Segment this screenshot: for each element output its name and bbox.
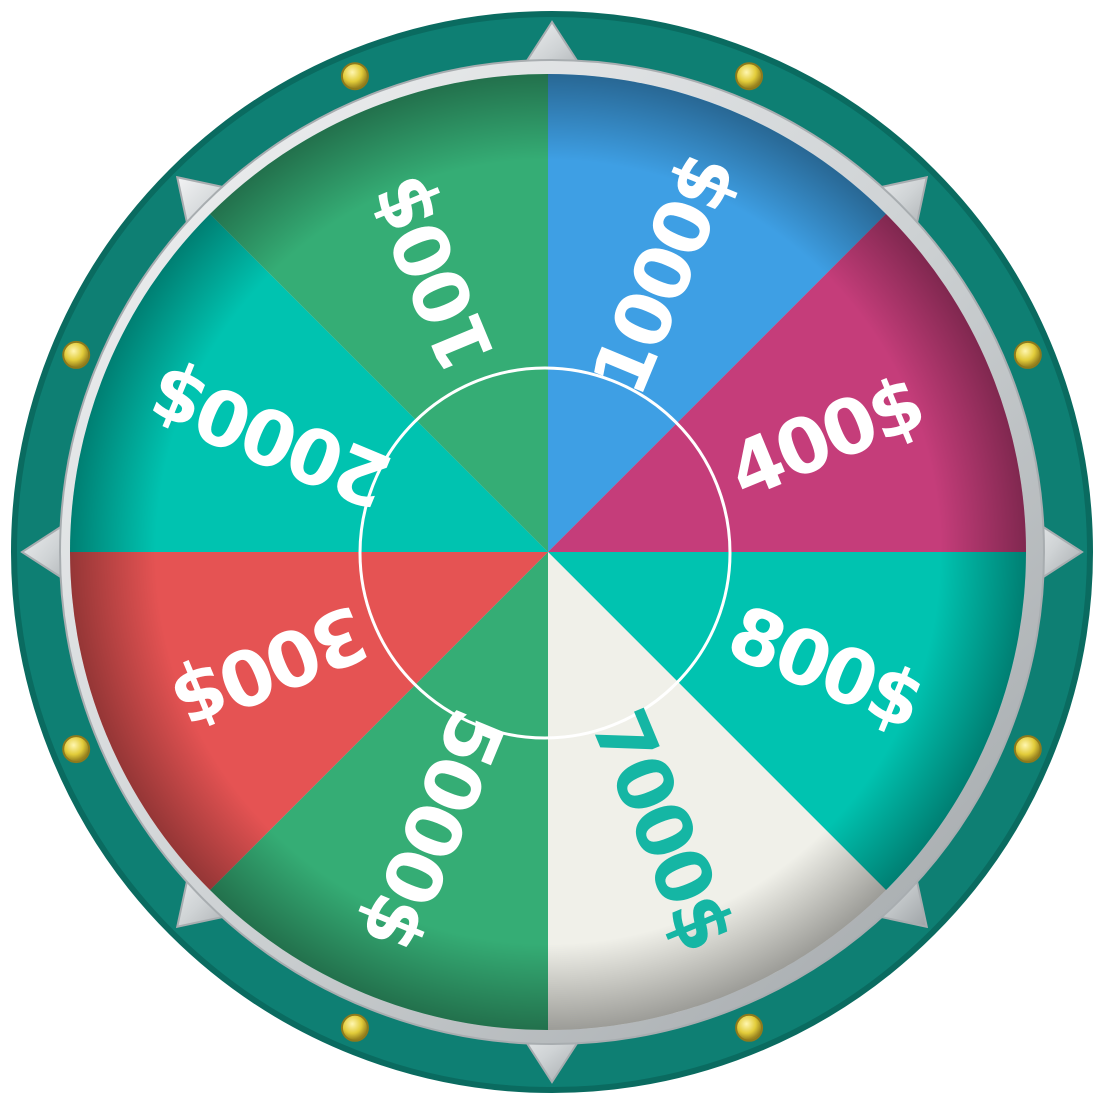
prize-wheel[interactable]: 1000$ 400$ 800$ 7000$ 5000$ 300$ 2000$ 100$ xyxy=(0,0,1104,1101)
inner-shading xyxy=(70,74,1026,1030)
bolt xyxy=(62,735,91,764)
bolt xyxy=(340,1013,369,1042)
bolt xyxy=(735,1013,764,1042)
bolt xyxy=(1013,340,1042,369)
wheel-graphic[interactable]: 1000$400$800$7000$5000$300$2000$100$ xyxy=(0,0,1104,1101)
bolt xyxy=(340,62,369,91)
bolt xyxy=(735,62,764,91)
bolt xyxy=(62,340,91,369)
bolt xyxy=(1013,735,1042,764)
